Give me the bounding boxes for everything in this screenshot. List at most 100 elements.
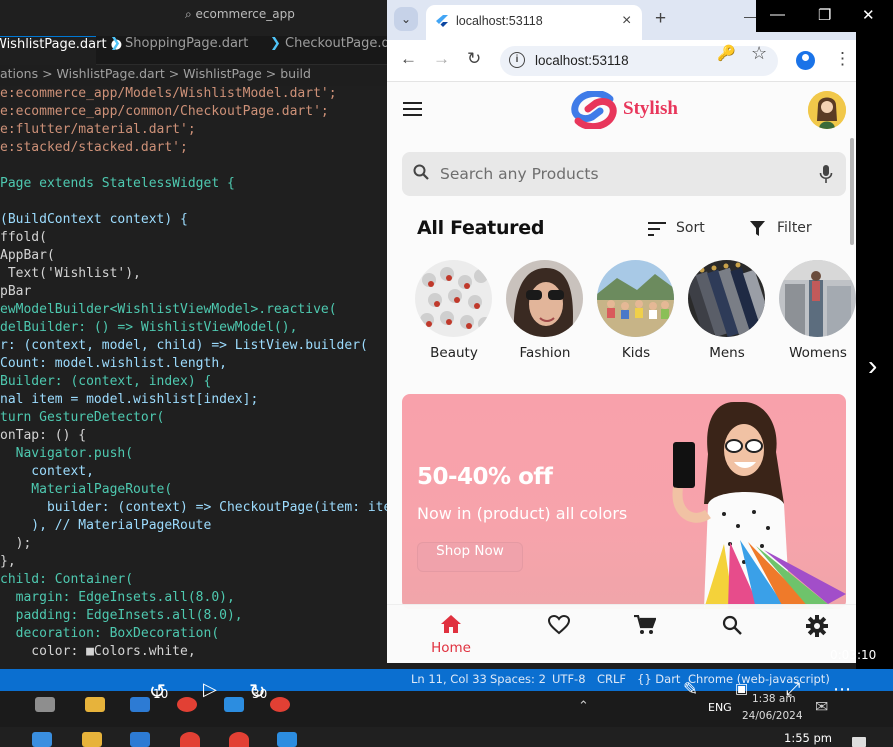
code-line[interactable]: child: Container(	[0, 572, 387, 590]
vscode-command-center[interactable]: ⌕ ecommerce_app	[185, 7, 295, 22]
mini-player-icon[interactable]: ▣	[735, 681, 748, 697]
chrome-menu-icon[interactable]: ⋮	[834, 49, 851, 69]
code-line[interactable]: onTap: () {	[0, 428, 387, 446]
close-tab-icon[interactable]: ×	[622, 12, 631, 30]
status-indentation[interactable]: Spaces: 2	[490, 672, 546, 686]
tab-search-chevron-icon[interactable]: ⌄	[394, 7, 418, 31]
keyboard-language[interactable]: ENG	[708, 701, 732, 714]
start-icon[interactable]	[32, 732, 52, 747]
chrome-icon[interactable]	[229, 732, 249, 747]
code-line[interactable]: color: ■Colors.white,	[0, 644, 387, 662]
file-explorer-icon[interactable]	[82, 732, 102, 747]
close-window-icon[interactable]: ✕	[862, 6, 875, 24]
code-line[interactable]: e:flutter/material.dart';	[0, 122, 387, 140]
next-chevron-icon[interactable]: ›	[868, 350, 877, 382]
mail-icon[interactable]	[130, 697, 150, 712]
editor-tab-shopping[interactable]: ❯ ShoppingPage.dart	[110, 36, 248, 65]
editor-tab-wishlist[interactable]: WishlistPage.dart ●	[0, 36, 122, 65]
reload-icon[interactable]: ↻	[467, 49, 481, 69]
code-line[interactable]: e:stacked/stacked.dart';	[0, 140, 387, 158]
page-scrollbar[interactable]	[850, 138, 854, 245]
code-line[interactable]: nal item = model.wishlist[index];	[0, 392, 387, 410]
nav-settings[interactable]	[802, 615, 832, 655]
code-editor[interactable]: e:ecommerce_app/Models/WishlistModel.dar…	[0, 86, 387, 670]
code-line[interactable]: Text('Wishlist'),	[0, 266, 387, 284]
product-search-bar[interactable]: Search any Products	[402, 152, 846, 196]
app-icon[interactable]	[35, 697, 55, 712]
browser-tab[interactable]: localhost:53118 ×	[426, 5, 642, 40]
code-line[interactable]: padding: EdgeInsets.all(8.0),	[0, 608, 387, 626]
promo-banner[interactable]: 50-40% off Now in (product) all colors S…	[402, 394, 846, 609]
code-line[interactable]: margin: EdgeInsets.all(8.0),	[0, 590, 387, 608]
chrome-icon[interactable]	[177, 697, 197, 712]
category-label: Mens	[709, 345, 745, 361]
code-line[interactable]: Builder: (context, index) {	[0, 374, 387, 392]
code-line[interactable]: Count: model.wishlist.length,	[0, 356, 387, 374]
code-line[interactable]	[0, 194, 387, 212]
tray-overflow-chevron-icon[interactable]: ⌃	[578, 699, 589, 714]
minimize-window-icon[interactable]: —	[770, 6, 785, 23]
nav-wishlist[interactable]	[544, 615, 574, 655]
notification-center-icon[interactable]	[852, 737, 866, 747]
shop-now-button[interactable]: Shop Now	[417, 542, 523, 572]
restore-window-icon[interactable]: ❐	[818, 6, 831, 24]
back-icon[interactable]: ←	[400, 49, 417, 69]
code-line[interactable]: turn GestureDetector(	[0, 410, 387, 428]
status-eol[interactable]: CRLF	[597, 672, 626, 686]
status-target-device[interactable]: Chrome (web-javascript)	[688, 672, 830, 686]
avatar[interactable]	[808, 91, 846, 129]
forward-icon[interactable]: →	[433, 49, 450, 69]
code-line[interactable]: ewModelBuilder<WishlistViewModel>.reacti…	[0, 302, 387, 320]
category-fashion[interactable]: Fashion	[505, 260, 585, 370]
play-icon[interactable]: ▷	[203, 679, 217, 700]
chrome-icon[interactable]	[180, 732, 200, 747]
breadcrumb[interactable]: ations > WishlistPage.dart > WishlistPag…	[0, 66, 387, 86]
code-line[interactable]	[0, 158, 387, 176]
category-beauty[interactable]: Beauty	[414, 260, 494, 370]
chrome-icon[interactable]	[270, 697, 290, 712]
notification-icon[interactable]: ✉	[815, 697, 828, 716]
code-line[interactable]: builder: (context) => CheckoutPage(item:…	[0, 500, 387, 518]
nav-search[interactable]	[717, 615, 747, 655]
profile-icon[interactable]	[796, 51, 815, 70]
search-input[interactable]: Search any Products	[440, 165, 599, 183]
category-kids[interactable]: Kids	[596, 260, 676, 370]
mail-icon[interactable]	[130, 732, 150, 747]
category-womens[interactable]: Womens	[778, 260, 856, 370]
code-line[interactable]: Navigator.push(	[0, 446, 387, 464]
taskbar-clock[interactable]: 1:55 pm	[784, 731, 832, 745]
code-line[interactable]: (BuildContext context) {	[0, 212, 387, 230]
site-info-icon[interactable]: i	[509, 52, 525, 68]
nav-home[interactable]: Home	[431, 615, 471, 656]
code-line[interactable]: decoration: BoxDecoration(	[0, 626, 387, 644]
status-encoding[interactable]: UTF-8	[552, 672, 586, 686]
code-line[interactable]: );	[0, 536, 387, 554]
code-line[interactable]: r: (context, model, child) => ListView.b…	[0, 338, 387, 356]
code-line[interactable]: AppBar(	[0, 248, 387, 266]
menu-icon[interactable]	[403, 102, 423, 116]
code-line[interactable]: e:ecommerce_app/Models/WishlistModel.dar…	[0, 86, 387, 104]
code-line[interactable]: },	[0, 554, 387, 572]
category-mens[interactable]: Mens	[687, 260, 767, 370]
code-line[interactable]: context,	[0, 464, 387, 482]
status-language[interactable]: {} Dart	[637, 672, 680, 686]
status-cursor-position[interactable]: Ln 11, Col 33	[411, 672, 487, 686]
address-bar[interactable]: i localhost:53118	[500, 46, 778, 76]
password-key-icon[interactable]: 🔑	[717, 44, 736, 62]
code-line[interactable]: MaterialPageRoute(	[0, 482, 387, 500]
new-tab-button[interactable]: +	[655, 8, 666, 30]
code-line[interactable]: Page extends StatelessWidget {	[0, 176, 387, 194]
code-line[interactable]: ffold(	[0, 230, 387, 248]
file-explorer-icon[interactable]	[85, 697, 105, 712]
more-options-icon[interactable]: ⋯	[833, 679, 851, 700]
store-icon[interactable]	[277, 732, 297, 747]
code-line[interactable]: ), // MaterialPageRoute	[0, 518, 387, 536]
code-line[interactable]: delBuilder: () => WishlistViewModel(),	[0, 320, 387, 338]
nav-cart[interactable]	[630, 615, 660, 655]
pen-icon[interactable]: ✎	[683, 679, 698, 700]
code-line[interactable]: e:ecommerce_app/common/CheckoutPage.dart…	[0, 104, 387, 122]
microphone-icon[interactable]	[819, 164, 833, 184]
code-line[interactable]: pBar	[0, 284, 387, 302]
bookmark-star-icon[interactable]: ☆	[751, 43, 767, 64]
vscode-icon[interactable]	[224, 697, 244, 712]
